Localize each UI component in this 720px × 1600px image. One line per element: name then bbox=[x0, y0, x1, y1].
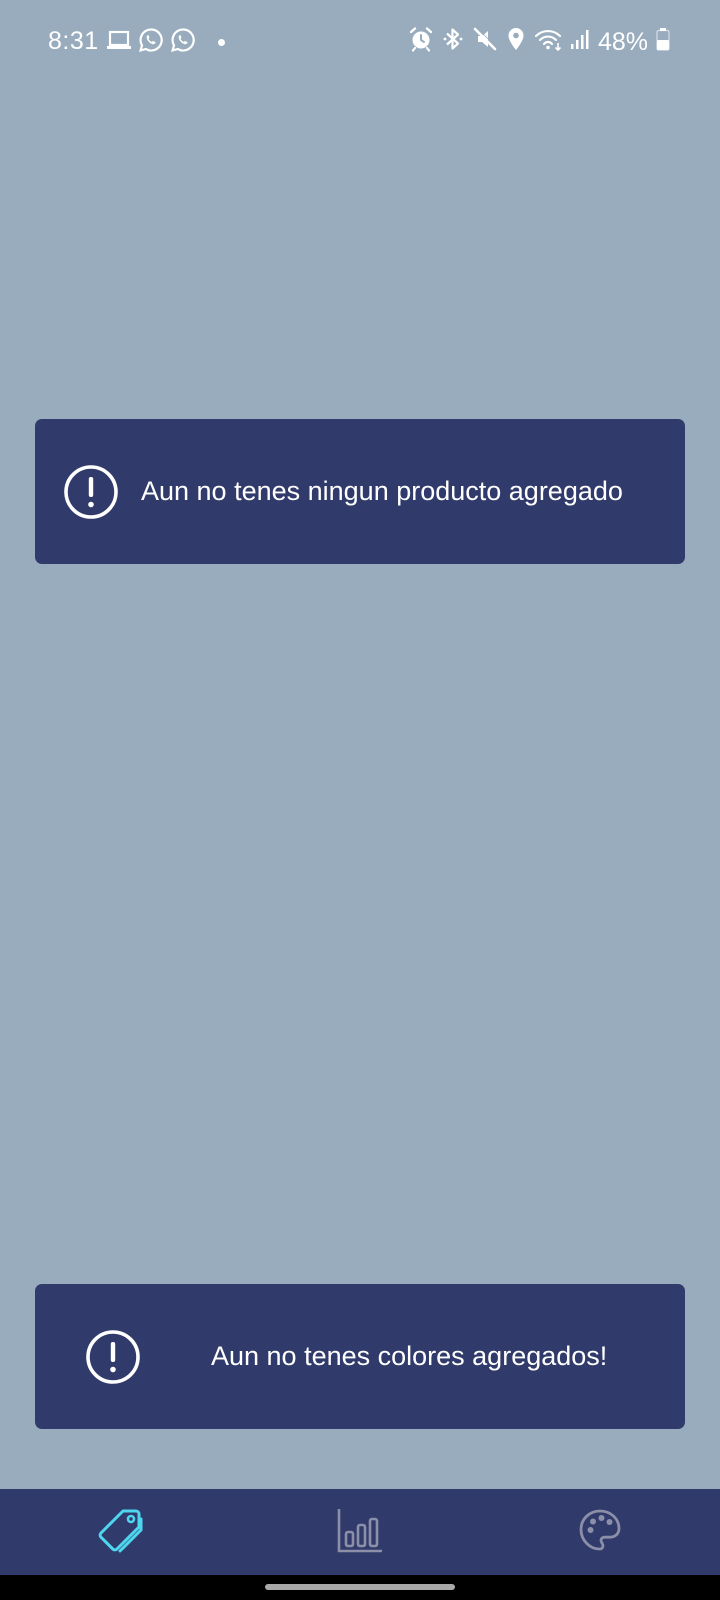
status-bar: 8:31 48% bbox=[0, 0, 720, 84]
notification-dot bbox=[218, 39, 225, 46]
alert-circle-icon bbox=[85, 1329, 141, 1385]
empty-colors-message: Aun no tenes colores agregados! bbox=[211, 1341, 608, 1371]
signal-icon bbox=[570, 27, 590, 56]
empty-products-card: Aun no tenes ningun producto agregado bbox=[35, 419, 685, 564]
palette-icon bbox=[577, 1507, 623, 1558]
price-tag-icon bbox=[93, 1505, 147, 1560]
status-left-icons bbox=[106, 27, 225, 58]
status-right-icons: 48% bbox=[408, 26, 670, 57]
bluetooth-icon bbox=[442, 26, 464, 57]
laptop-icon bbox=[106, 29, 132, 56]
whatsapp-icon bbox=[170, 27, 196, 58]
whatsapp-icon bbox=[138, 27, 164, 58]
battery-icon bbox=[656, 27, 670, 56]
nav-item-statistics[interactable] bbox=[300, 1489, 420, 1575]
empty-colors-card: Aun no tenes colores agregados! bbox=[35, 1284, 685, 1429]
alert-circle-icon bbox=[63, 464, 119, 520]
system-gesture-bar bbox=[0, 1575, 720, 1600]
nav-item-colors[interactable] bbox=[540, 1489, 660, 1575]
battery-percentage: 48% bbox=[597, 27, 648, 56]
status-time: 8:31 bbox=[48, 27, 99, 55]
alarm-icon bbox=[408, 26, 434, 57]
empty-products-message: Aun no tenes ningun producto agregado bbox=[141, 476, 623, 506]
bottom-navigation bbox=[0, 1489, 720, 1575]
wifi-icon bbox=[534, 26, 562, 57]
home-gesture-handle[interactable] bbox=[265, 1584, 455, 1590]
location-icon bbox=[506, 26, 526, 57]
bar-chart-icon bbox=[335, 1505, 385, 1560]
mute-icon bbox=[472, 26, 498, 57]
nav-item-products[interactable] bbox=[60, 1489, 180, 1575]
